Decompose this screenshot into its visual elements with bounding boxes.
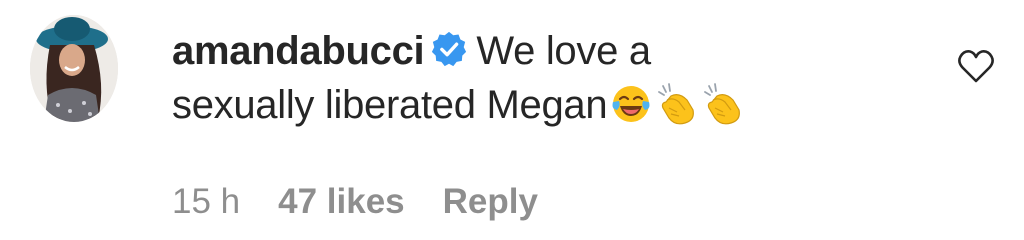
- like-heart-icon[interactable]: [956, 48, 996, 84]
- avatar[interactable]: [30, 15, 118, 122]
- comment-timestamp: 15 h: [172, 182, 241, 221]
- comment-text-line2: sexually liberated Megan: [172, 83, 608, 127]
- comment-text-line1: We love a: [476, 29, 651, 73]
- clapping-hands-emoji-icon: [658, 83, 695, 125]
- clapping-hands-emoji-icon: [704, 83, 741, 125]
- comment: amandabucci We love a sexually liberated …: [0, 0, 1024, 240]
- face-with-tears-of-joy-emoji-icon: [612, 86, 650, 122]
- reply-button[interactable]: Reply: [443, 182, 538, 222]
- verified-badge-icon: [432, 31, 467, 67]
- avatar-image: [30, 15, 118, 122]
- comment-text: amandabucci We love a sexually liberated …: [172, 24, 912, 132]
- likes-count-link[interactable]: 47 likes: [278, 182, 405, 222]
- username-link[interactable]: amandabucci: [172, 29, 425, 73]
- comment-meta: 15 h 47 likes Reply: [172, 182, 576, 222]
